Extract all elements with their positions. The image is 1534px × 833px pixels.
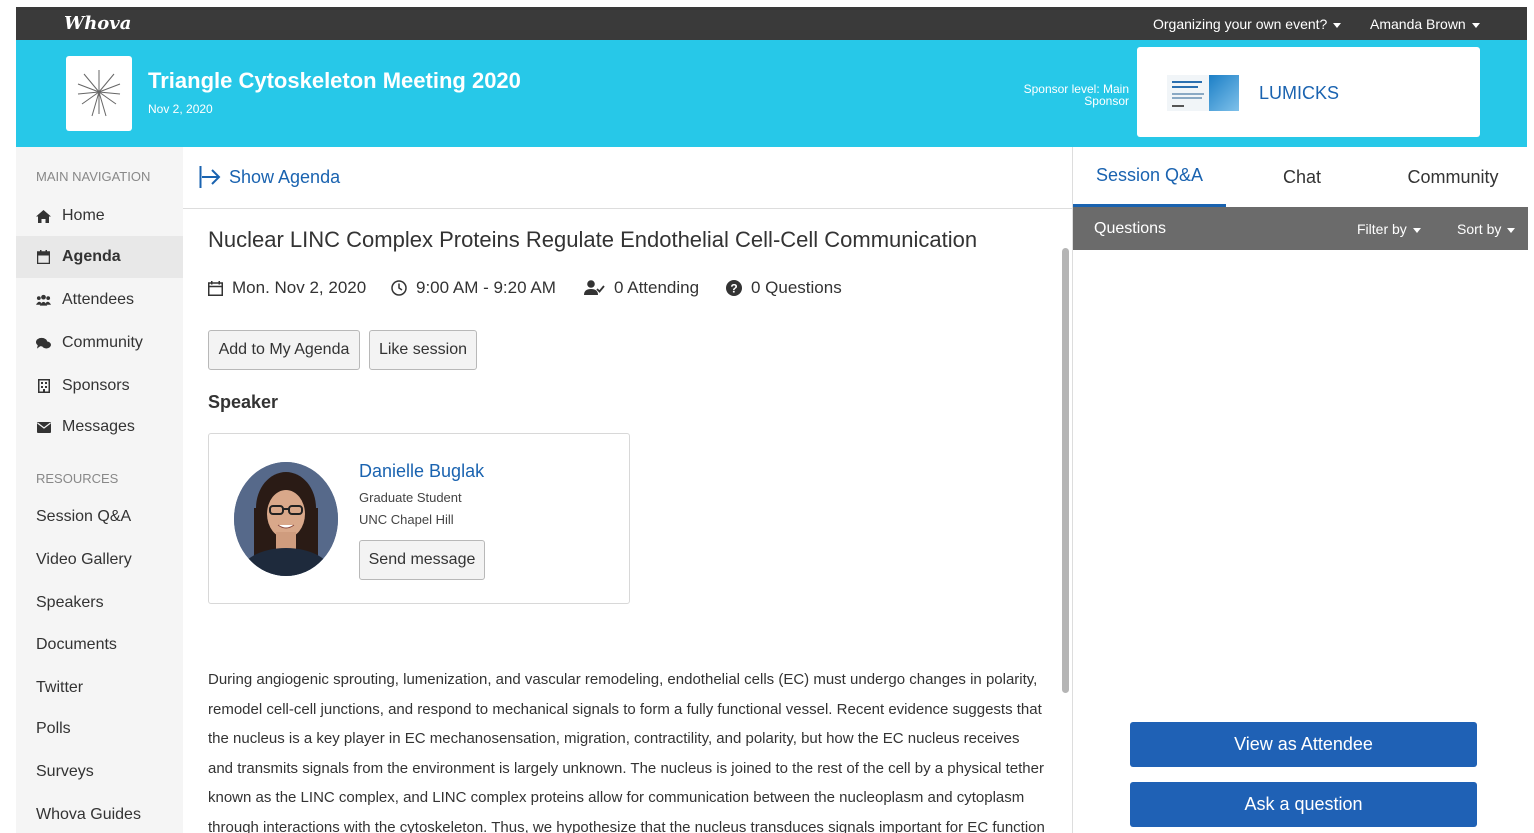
agenda-toggle-bar: Show Agenda xyxy=(183,147,1072,209)
sidebar-item-label: Home xyxy=(62,207,105,224)
sidebar-item-polls[interactable]: Polls xyxy=(16,708,183,750)
show-agenda-link[interactable]: Show Agenda xyxy=(199,165,340,189)
tab-session-qa[interactable]: Session Q&A xyxy=(1073,147,1226,207)
sidebar-item-speakers[interactable]: Speakers xyxy=(16,582,183,624)
session-time: 9:00 AM - 9:20 AM xyxy=(391,278,556,298)
questions-text: 0 Questions xyxy=(751,278,842,297)
sidebar-item-label: Agenda xyxy=(62,248,121,265)
sidebar-item-community[interactable]: Community xyxy=(16,322,183,364)
session-date: Mon. Nov 2, 2020 xyxy=(208,278,366,298)
organize-event-label: Organizing your own event? xyxy=(1153,16,1328,32)
organize-event-dropdown[interactable]: Organizing your own event? xyxy=(1153,16,1342,32)
sidebar-item-documents[interactable]: Documents xyxy=(16,624,183,666)
chevron-down-icon xyxy=(1471,22,1480,28)
clock-icon xyxy=(391,280,407,296)
sidebar-item-twitter[interactable]: Twitter xyxy=(16,667,183,709)
show-agenda-label: Show Agenda xyxy=(229,166,341,187)
sidebar-item-label: Sponsors xyxy=(62,377,130,394)
speaker-avatar[interactable] xyxy=(234,462,338,576)
event-header: Triangle Cytoskeleton Meeting 2020 Nov 2… xyxy=(16,40,1527,147)
sponsor-level-label: Sponsor level: Main Sponsor xyxy=(1023,82,1129,108)
session-date-text: Mon. Nov 2, 2020 xyxy=(232,278,367,297)
building-icon xyxy=(36,379,51,393)
envelope-icon xyxy=(36,420,51,434)
filter-by-label: Filter by xyxy=(1357,221,1407,237)
sidebar-item-sponsors[interactable]: Sponsors xyxy=(16,365,183,407)
attending-text: 0 Attending xyxy=(614,278,700,297)
sidebar-item-messages[interactable]: Messages xyxy=(16,406,183,448)
add-to-my-agenda-button[interactable]: Add to My Agenda xyxy=(208,330,360,370)
home-icon xyxy=(36,209,51,223)
whova-logo[interactable]: Whova xyxy=(64,13,131,34)
sidebar-item-label: Messages xyxy=(62,418,135,435)
event-logo xyxy=(66,56,132,131)
question-circle-icon: ? xyxy=(726,280,742,296)
chevron-down-icon xyxy=(1333,22,1342,28)
chat-bubbles-icon xyxy=(36,336,51,350)
questions-count: ? 0 Questions xyxy=(726,278,842,298)
sponsor-banner[interactable]: LUMICKS xyxy=(1137,47,1480,137)
event-date: Nov 2, 2020 xyxy=(148,102,213,116)
attending-count: 0 Attending xyxy=(584,278,699,298)
questions-label: Questions xyxy=(1094,220,1167,237)
sidebar-item-attendees[interactable]: Attendees xyxy=(16,279,183,321)
sidebar-item-whova-guides[interactable]: Whova Guides xyxy=(16,794,183,833)
filter-by-dropdown[interactable]: Filter by xyxy=(1357,221,1421,237)
sidebar-item-video-gallery[interactable]: Video Gallery xyxy=(16,539,183,581)
session-time-text: 9:00 AM - 9:20 AM xyxy=(416,278,556,297)
sidebar-item-label: Attendees xyxy=(62,291,135,308)
svg-text:?: ? xyxy=(730,282,737,296)
speaker-role: Graduate Student xyxy=(359,490,462,505)
calendar-icon xyxy=(208,280,223,296)
sidebar-item-agenda[interactable]: Agenda xyxy=(16,236,183,278)
session-detail: Show Agenda Nuclear LINC Complex Protein… xyxy=(183,147,1072,833)
sidebar-item-label: Community xyxy=(62,334,143,351)
speaker-card: Danielle Buglak Graduate Student UNC Cha… xyxy=(208,433,630,604)
ask-a-question-button[interactable]: Ask a question xyxy=(1130,782,1477,827)
sort-by-label: Sort by xyxy=(1457,221,1502,237)
chevron-down-icon xyxy=(1412,227,1421,233)
questions-toolbar: Questions Filter by Sort by xyxy=(1073,207,1528,250)
event-logo-icon xyxy=(77,70,121,117)
session-description: During angiogenic sprouting, lumenizatio… xyxy=(208,671,1045,833)
event-title: Triangle Cytoskeleton Meeting 2020 xyxy=(148,68,521,93)
session-title: Nuclear LINC Complex Proteins Regulate E… xyxy=(208,227,978,252)
sponsor-logo-image xyxy=(1167,75,1239,111)
tab-community[interactable]: Community xyxy=(1378,147,1528,207)
calendar-icon xyxy=(36,250,51,264)
sidebar-item-home[interactable]: Home xyxy=(16,195,183,237)
like-session-button[interactable]: Like session xyxy=(369,330,477,370)
sidebar-item-session-qa[interactable]: Session Q&A xyxy=(16,496,183,538)
user-menu[interactable]: Amanda Brown xyxy=(1370,16,1480,32)
left-sidebar: MAIN NAVIGATION Home Agenda Attendees Co… xyxy=(16,147,183,833)
sidebar-item-surveys[interactable]: Surveys xyxy=(16,751,183,793)
user-name: Amanda Brown xyxy=(1370,16,1466,32)
speaker-heading: Speaker xyxy=(208,392,279,412)
speaker-name-link[interactable]: Danielle Buglak xyxy=(359,461,484,482)
expand-arrow-icon xyxy=(199,166,221,188)
sponsor-name: LUMICKS xyxy=(1259,83,1340,103)
user-check-icon xyxy=(584,280,605,295)
top-bar: Whova Organizing your own event? Amanda … xyxy=(16,7,1527,40)
resources-heading: RESOURCES xyxy=(36,471,119,486)
send-message-button[interactable]: Send message xyxy=(359,540,485,580)
users-icon xyxy=(36,293,51,307)
speaker-organization: UNC Chapel Hill xyxy=(359,512,454,527)
chevron-down-icon xyxy=(1507,227,1516,233)
main-scrollbar[interactable] xyxy=(1062,248,1069,693)
right-panel: Session Q&A Chat Community Questions Fil… xyxy=(1072,147,1528,833)
main-navigation-heading: MAIN NAVIGATION xyxy=(36,169,151,184)
view-as-attendee-button[interactable]: View as Attendee xyxy=(1130,722,1477,767)
tab-chat[interactable]: Chat xyxy=(1226,147,1378,207)
sort-by-dropdown[interactable]: Sort by xyxy=(1457,221,1516,237)
